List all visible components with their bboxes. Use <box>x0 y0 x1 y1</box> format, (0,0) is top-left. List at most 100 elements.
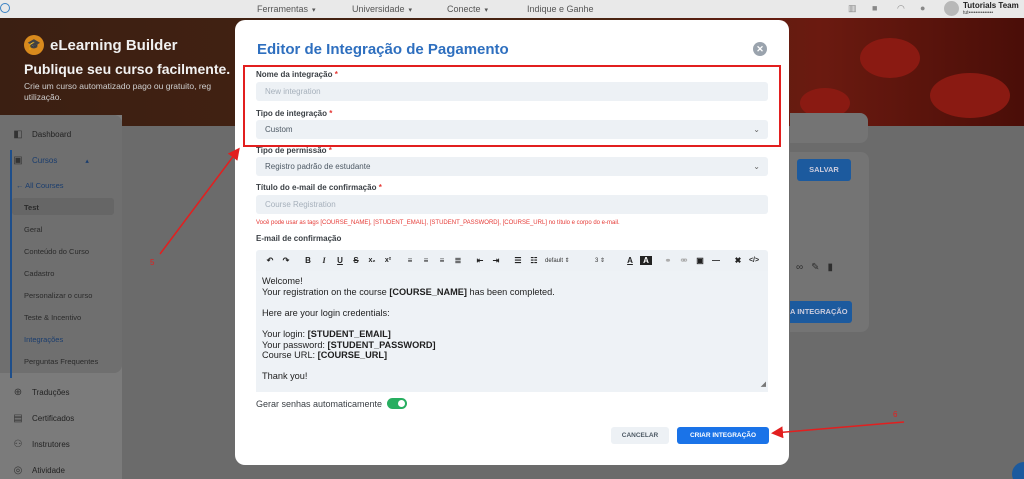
annotation-arrow-5 <box>159 147 240 255</box>
sidebar-item-label: Atividade <box>32 466 65 475</box>
video-icon[interactable]: ■ <box>872 3 877 13</box>
body-tag: [STUDENT_EMAIL] <box>307 328 391 339</box>
sidebar-item-traducoes[interactable]: ⊕ Traduções <box>12 387 70 398</box>
link-icon[interactable]: ⚭ <box>660 256 676 265</box>
nav-label: Indique e Ganhe <box>527 4 594 14</box>
sidebar-item-certificados[interactable]: ▤ Certificados <box>12 413 74 424</box>
subscript-icon[interactable]: x₂ <box>364 257 380 264</box>
row-actions: ∞ ✎ ▮ <box>796 262 833 273</box>
body-text: Course URL: <box>262 350 318 361</box>
body-line: Your registration on the course [COURSE_… <box>262 287 762 298</box>
sidebar-item-cursos[interactable]: ▣ Cursos ▴ <box>12 155 89 166</box>
close-icon[interactable]: ✕ <box>753 42 767 56</box>
edit-icon[interactable]: ✎ <box>811 262 819 273</box>
body-text: Your password: <box>262 339 328 350</box>
bullet-list-icon[interactable]: ☰ <box>510 256 526 265</box>
permission-type-select[interactable]: Registro padrão de estudante ⌄ <box>256 157 768 176</box>
trash-icon[interactable]: ▮ <box>828 262 834 273</box>
nav-ferramentas[interactable]: Ferramentas ▾ <box>257 4 316 14</box>
redo-icon[interactable]: ↷ <box>278 256 294 265</box>
top-navbar: Ferramentas ▾ Universidade ▾ Conecte ▾ Indi… <box>0 0 1024 18</box>
chat-icon[interactable] <box>1012 462 1024 479</box>
editor-toolbar: ↶ ↷ B I U S x₂ x² ≡ ≡ ≡ ≣ ⇤ ⇥ ☰ ☷ defaul… <box>256 250 768 271</box>
body-line: Course URL: [COURSE_URL] <box>262 350 762 361</box>
align-right-icon[interactable]: ≡ <box>434 256 450 265</box>
horizontal-rule-icon[interactable]: — <box>708 256 724 265</box>
font-family-select[interactable]: default ⇕ <box>542 257 592 264</box>
outdent-icon[interactable]: ⇤ <box>472 256 488 265</box>
body-line: Thank you! <box>262 371 308 382</box>
sidebar-item-cadastro[interactable]: Cadastro <box>24 269 54 278</box>
book-icon[interactable]: ▥ <box>848 3 857 14</box>
certificate-icon: ▤ <box>13 413 23 424</box>
add-integration-button[interactable]: A INTEGRAÇÃO <box>790 301 852 323</box>
image-icon[interactable]: ▣ <box>692 256 708 265</box>
auto-password-toggle[interactable] <box>387 398 408 409</box>
sidebar-item-atividade[interactable]: ◎ Atividade <box>12 465 65 476</box>
cancel-button[interactable]: CANCELAR <box>611 427 669 444</box>
sidebar-item-geral[interactable]: Geral <box>24 225 42 234</box>
sidebar-item-dashboard[interactable]: ◧ Dashboard <box>12 129 71 140</box>
source-code-icon[interactable]: </> <box>746 257 762 264</box>
unlink-icon[interactable]: ⚮ <box>676 256 692 265</box>
sidebar-item-instrutores[interactable]: ⚇ Instrutores <box>12 439 70 450</box>
body-line: Welcome! <box>262 276 303 286</box>
body-tag: [STUDENT_PASSWORD] <box>327 339 436 350</box>
nav-universidade[interactable]: Universidade ▾ <box>352 4 412 14</box>
create-integration-button[interactable]: CRIAR INTEGRAÇÃO <box>677 427 769 444</box>
sidebar-item-integracoes[interactable]: Integrações <box>24 335 63 344</box>
app-logo-icon[interactable] <box>0 3 10 13</box>
highlight-color-icon[interactable]: A <box>640 256 652 265</box>
text-color-icon[interactable]: A <box>622 256 638 265</box>
email-body-editor[interactable]: Welcome! Your registration on the course… <box>256 271 768 392</box>
decor-shape <box>930 73 1010 118</box>
sidebar-item-faq[interactable]: Perguntas Frequentes <box>24 357 98 366</box>
superscript-icon[interactable]: x² <box>380 257 396 264</box>
undo-icon[interactable]: ↶ <box>262 256 278 265</box>
clear-format-icon[interactable]: ✖ <box>730 256 746 265</box>
sidebar-item-conteudo[interactable]: Conteúdo do Curso <box>24 247 89 256</box>
decor-shape <box>860 38 920 78</box>
sidebar-item-teste[interactable]: Teste & Incentivo <box>24 313 81 322</box>
user-name[interactable]: Tutorials Team <box>963 1 1019 10</box>
all-courses-link[interactable]: ← All Courses <box>16 181 64 190</box>
nav-indique[interactable]: Indique e Ganhe <box>527 4 594 14</box>
sidebar-item-label: Instrutores <box>32 440 70 449</box>
nav-conecte[interactable]: Conecte ▾ <box>447 4 488 14</box>
align-center-icon[interactable]: ≡ <box>418 256 434 265</box>
user-email: tut•••••••••••••• <box>963 10 994 16</box>
link-icon[interactable]: ∞ <box>796 262 803 273</box>
dashboard-icon: ◧ <box>13 129 23 140</box>
headset-icon[interactable]: ◠ <box>897 3 905 14</box>
chevron-up-icon: ▴ <box>85 157 89 165</box>
font-size-select[interactable]: 3 ⇕ <box>592 257 622 264</box>
nav-label: Conecte <box>447 4 481 14</box>
chevron-down-icon: ▾ <box>484 7 489 14</box>
italic-icon[interactable]: I <box>316 256 332 265</box>
required-mark: * <box>378 183 382 192</box>
bell-icon[interactable]: ● <box>920 3 925 13</box>
bold-icon[interactable]: B <box>300 256 316 265</box>
align-left-icon[interactable]: ≡ <box>402 256 418 265</box>
all-courses-label: All Courses <box>25 181 64 190</box>
resize-handle-icon[interactable]: ◢ <box>761 380 766 391</box>
font-value: default <box>545 258 564 264</box>
save-button[interactable]: SALVAR <box>797 159 851 181</box>
avatar[interactable] <box>944 1 959 16</box>
numbered-list-icon[interactable]: ☷ <box>526 256 542 265</box>
select-value: Registro padrão de estudante <box>265 162 371 171</box>
align-justify-icon[interactable]: ≣ <box>450 256 466 265</box>
body-text: Your login: <box>262 328 308 339</box>
sidebar-item-personalizar[interactable]: Personalizar o curso <box>24 291 92 300</box>
chevron-down-icon: ▾ <box>408 7 413 14</box>
annotation-label-5: 5 <box>150 258 155 267</box>
sidebar-course-name[interactable]: Test <box>24 203 39 212</box>
email-title-input[interactable]: Course Registration <box>256 195 768 214</box>
indent-icon[interactable]: ⇥ <box>488 256 504 265</box>
underline-icon[interactable]: U <box>332 256 348 265</box>
email-body-label: E-mail de confirmação <box>256 234 342 243</box>
sidebar-item-label: Traduções <box>32 388 70 397</box>
required-mark: * <box>328 146 332 155</box>
strikethrough-icon[interactable]: S <box>348 256 364 265</box>
